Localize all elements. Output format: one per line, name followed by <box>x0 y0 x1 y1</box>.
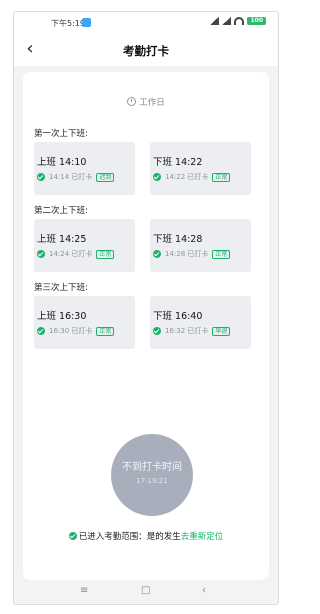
clock-out-slot-2[interactable]: 下班 14:28 14:28 已打卡 正常 <box>150 219 251 272</box>
workday-label: 工作日 <box>23 96 269 108</box>
check-circle-icon <box>153 250 161 258</box>
punch-record: 14:22 已打卡 <box>165 173 209 181</box>
attendance-card: 工作日 第一次上下班: 上班 14:10 14:14 已打卡 迟到 下班 14:… <box>23 72 269 580</box>
slot-time: 下班 16:40 <box>153 311 203 322</box>
round-title-1: 第一次上下班: <box>34 129 88 139</box>
status-badge: 早退 <box>212 326 231 336</box>
clock-out-slot-1[interactable]: 下班 14:22 14:22 已打卡 正常 <box>150 142 251 195</box>
punch-record: 16:32 已打卡 <box>165 327 209 335</box>
slot-time: 下班 14:28 <box>153 234 203 245</box>
system-nav-bar: ≡ □ ‹ <box>14 580 278 604</box>
slot-status: 16:32 已打卡 早退 <box>153 326 231 336</box>
slot-status: 14:14 已打卡 迟到 <box>37 172 115 182</box>
menu-icon[interactable]: ≡ <box>80 585 88 596</box>
check-circle-icon <box>37 250 45 258</box>
attendance-range: 已进入考勤范围：是的发生去重新定位 <box>23 530 269 542</box>
check-circle-icon <box>153 327 161 335</box>
workday-text: 工作日 <box>139 98 165 108</box>
punch-record: 14:24 已打卡 <box>49 250 93 258</box>
slot-status: 14:22 已打卡 正常 <box>153 172 231 182</box>
slot-time: 上班 14:10 <box>37 157 87 168</box>
header: ‹ 考勤打卡 <box>14 34 278 66</box>
battery-icon: 100 <box>247 17 266 25</box>
range-text: 已进入考勤范围：是的发生 <box>78 532 181 542</box>
check-circle-icon <box>68 531 77 540</box>
slot-time: 上班 16:30 <box>37 311 87 322</box>
punch-record: 14:14 已打卡 <box>49 173 93 181</box>
check-circle-icon <box>37 173 45 181</box>
round-title-3: 第三次上下班: <box>34 283 88 293</box>
clock-in-slot-2[interactable]: 上班 14:25 14:24 已打卡 正常 <box>34 219 135 272</box>
check-circle-icon <box>153 173 161 181</box>
status-badge: 正常 <box>212 172 231 182</box>
slot-status: 16:30 已打卡 正常 <box>37 326 115 336</box>
round-title-2: 第二次上下班: <box>34 206 88 216</box>
punch-button-label: 不到打卡时间 <box>122 462 182 473</box>
punch-record: 14:28 已打卡 <box>165 250 209 258</box>
wifi-icon <box>234 17 245 25</box>
status-badge: 正常 <box>96 249 115 259</box>
relocate-link[interactable]: 去重新定位 <box>181 532 224 542</box>
slot-time: 上班 14:25 <box>37 234 87 245</box>
clock-in-slot-1[interactable]: 上班 14:10 14:14 已打卡 迟到 <box>34 142 135 195</box>
back-nav-icon[interactable]: ‹ <box>202 585 206 596</box>
punch-record: 16:30 已打卡 <box>49 327 93 335</box>
slot-status: 14:24 已打卡 正常 <box>37 249 115 259</box>
status-badge: 迟到 <box>96 172 115 182</box>
status-time: 下午5:19 <box>51 19 85 28</box>
status-icons: 100 <box>210 17 266 25</box>
slot-time: 下班 14:22 <box>153 157 203 168</box>
clock-icon <box>127 97 137 106</box>
punch-button[interactable]: 不到打卡时间 17:19:21 <box>111 434 193 516</box>
clock-in-slot-3[interactable]: 上班 16:30 16:30 已打卡 正常 <box>34 296 135 349</box>
clock-out-slot-3[interactable]: 下班 16:40 16:32 已打卡 早退 <box>150 296 251 349</box>
app-notification-icon <box>82 18 91 27</box>
signal-icon-2 <box>222 17 232 25</box>
punch-button-time: 17:19:21 <box>136 477 168 485</box>
slot-status: 14:28 已打卡 正常 <box>153 249 231 259</box>
status-badge: 正常 <box>96 326 115 336</box>
signal-icon <box>210 17 220 25</box>
check-circle-icon <box>37 327 45 335</box>
home-icon[interactable]: □ <box>141 585 150 596</box>
status-badge: 正常 <box>212 249 231 259</box>
page-title: 考勤打卡 <box>123 44 169 58</box>
phone-frame: 下午5:19 100 ‹ 考勤打卡 工作日 第一次上下班: 上班 14:10 1… <box>13 11 279 605</box>
status-bar: 下午5:19 100 <box>14 12 278 34</box>
